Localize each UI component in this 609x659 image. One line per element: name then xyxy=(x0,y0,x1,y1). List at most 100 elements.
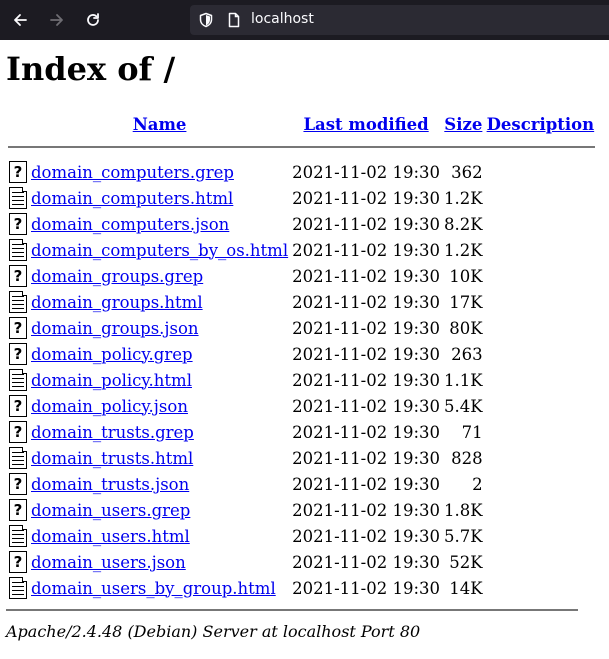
file-modified: 2021-11-02 19:30 xyxy=(292,240,441,260)
unknown-file-icon: ? xyxy=(9,499,27,521)
text-file-icon xyxy=(9,239,27,261)
file-link[interactable]: domain_groups.html xyxy=(31,293,203,312)
file-description xyxy=(486,212,596,236)
file-description xyxy=(486,316,596,340)
file-size: 362 xyxy=(451,162,483,182)
forward-button[interactable] xyxy=(44,7,70,33)
file-size: 17K xyxy=(449,292,483,312)
shield-icon[interactable] xyxy=(198,12,214,28)
file-link[interactable]: domain_computers.grep xyxy=(31,163,234,182)
forward-arrow-icon xyxy=(50,14,63,26)
file-link[interactable]: domain_policy.html xyxy=(31,371,192,390)
file-size: 52K xyxy=(449,552,483,572)
file-size: 2 xyxy=(472,474,483,494)
file-link[interactable]: domain_trusts.grep xyxy=(31,423,194,442)
file-description xyxy=(486,290,596,314)
file-link[interactable]: domain_policy.json xyxy=(31,397,188,416)
file-link[interactable]: domain_computers.json xyxy=(31,215,229,234)
file-modified: 2021-11-02 19:30 xyxy=(292,318,441,338)
file-link[interactable]: domain_users.grep xyxy=(31,501,190,520)
file-row: ? domain_computers.json 2021-11-02 19:30 8.… xyxy=(8,212,595,236)
file-row: domain_users_by_group.html 2021-11-02 19:… xyxy=(8,576,595,600)
unknown-file-icon: ? xyxy=(9,317,27,339)
browser-toolbar: localhost xyxy=(0,0,609,40)
sort-by-name-link[interactable]: Name xyxy=(133,115,187,134)
file-link[interactable]: domain_users.html xyxy=(31,527,190,546)
file-description xyxy=(486,368,596,392)
file-size: 80K xyxy=(449,318,483,338)
file-description xyxy=(486,524,596,548)
file-description xyxy=(486,472,596,496)
file-link[interactable]: domain_users.json xyxy=(31,553,186,572)
reload-button[interactable] xyxy=(80,7,106,33)
file-description xyxy=(486,342,596,366)
file-size: 1.8K xyxy=(444,500,483,520)
address-bar[interactable]: localhost xyxy=(190,5,609,35)
sort-by-modified-link[interactable]: Last modified xyxy=(303,115,428,134)
file-description xyxy=(486,498,596,522)
file-size: 828 xyxy=(451,448,483,468)
file-row: domain_trusts.html 2021-11-02 19:30 828 xyxy=(8,446,595,470)
file-link[interactable]: domain_trusts.html xyxy=(31,449,193,468)
file-link[interactable]: domain_groups.json xyxy=(31,319,199,338)
back-button[interactable] xyxy=(7,7,33,33)
file-link[interactable]: domain_groups.grep xyxy=(31,267,203,286)
file-row: domain_computers.html 2021-11-02 19:30 1.2… xyxy=(8,186,595,210)
separator-row xyxy=(8,138,596,158)
file-row: ? domain_policy.json 2021-11-02 19:30 5.4K xyxy=(8,394,595,418)
file-row: ? domain_users.json 2021-11-02 19:30 52K xyxy=(8,550,595,574)
url-text: localhost xyxy=(251,11,314,27)
file-modified: 2021-11-02 19:30 xyxy=(292,396,441,416)
file-size: 14K xyxy=(449,578,483,598)
bottom-divider xyxy=(6,609,578,611)
text-file-icon xyxy=(9,447,27,469)
page-title: Index of / xyxy=(6,50,176,88)
file-modified: 2021-11-02 19:30 xyxy=(292,578,441,598)
file-link[interactable]: domain_policy.grep xyxy=(31,345,193,364)
file-modified: 2021-11-02 19:30 xyxy=(292,344,441,364)
text-file-icon xyxy=(9,577,27,599)
file-modified: 2021-11-02 19:30 xyxy=(292,448,441,468)
unknown-file-icon: ? xyxy=(9,343,27,365)
sort-by-description-link[interactable]: Description xyxy=(487,115,595,134)
file-size: 5.4K xyxy=(444,396,483,416)
text-file-icon xyxy=(9,187,27,209)
file-modified: 2021-11-02 19:30 xyxy=(292,526,441,546)
file-size: 5.7K xyxy=(444,526,483,546)
sort-by-size-link[interactable]: Size xyxy=(444,115,482,134)
icon-column-header xyxy=(8,112,28,136)
file-modified: 2021-11-02 19:30 xyxy=(292,422,441,442)
file-modified: 2021-11-02 19:30 xyxy=(292,214,441,234)
unknown-file-icon: ? xyxy=(9,421,27,443)
unknown-file-icon: ? xyxy=(9,473,27,495)
file-description xyxy=(486,238,596,262)
unknown-file-icon: ? xyxy=(9,161,27,183)
file-row: domain_policy.html 2021-11-02 19:30 1.1K xyxy=(8,368,595,392)
file-modified: 2021-11-02 19:30 xyxy=(292,266,441,286)
file-link[interactable]: domain_computers.html xyxy=(31,189,233,208)
unknown-file-icon: ? xyxy=(9,265,27,287)
file-description xyxy=(486,550,596,574)
file-modified: 2021-11-02 19:30 xyxy=(292,552,441,572)
file-link[interactable]: domain_trusts.json xyxy=(31,475,189,494)
text-file-icon xyxy=(9,369,27,391)
file-size: 1.2K xyxy=(444,188,483,208)
server-signature: Apache/2.4.48 (Debian) Server at localho… xyxy=(6,622,421,641)
file-description xyxy=(486,160,596,184)
file-description xyxy=(486,394,596,418)
top-divider xyxy=(8,146,596,148)
file-row: ? domain_policy.grep 2021-11-02 19:30 263 xyxy=(8,342,595,366)
file-size: 1.2K xyxy=(444,240,483,260)
file-row: ? domain_trusts.grep 2021-11-02 19:30 71 xyxy=(8,420,595,444)
file-row: ? domain_groups.grep 2021-11-02 19:30 10K xyxy=(8,264,595,288)
page-icon[interactable] xyxy=(226,12,242,28)
file-size: 263 xyxy=(451,344,483,364)
file-size: 10K xyxy=(449,266,483,286)
file-link[interactable]: domain_computers_by_os.html xyxy=(31,241,288,260)
file-modified: 2021-11-02 19:30 xyxy=(292,292,441,312)
file-description xyxy=(486,576,596,600)
file-link[interactable]: domain_users_by_group.html xyxy=(31,579,276,598)
file-modified: 2021-11-02 19:30 xyxy=(292,162,441,182)
unknown-file-icon: ? xyxy=(9,551,27,573)
text-file-icon xyxy=(9,291,27,313)
